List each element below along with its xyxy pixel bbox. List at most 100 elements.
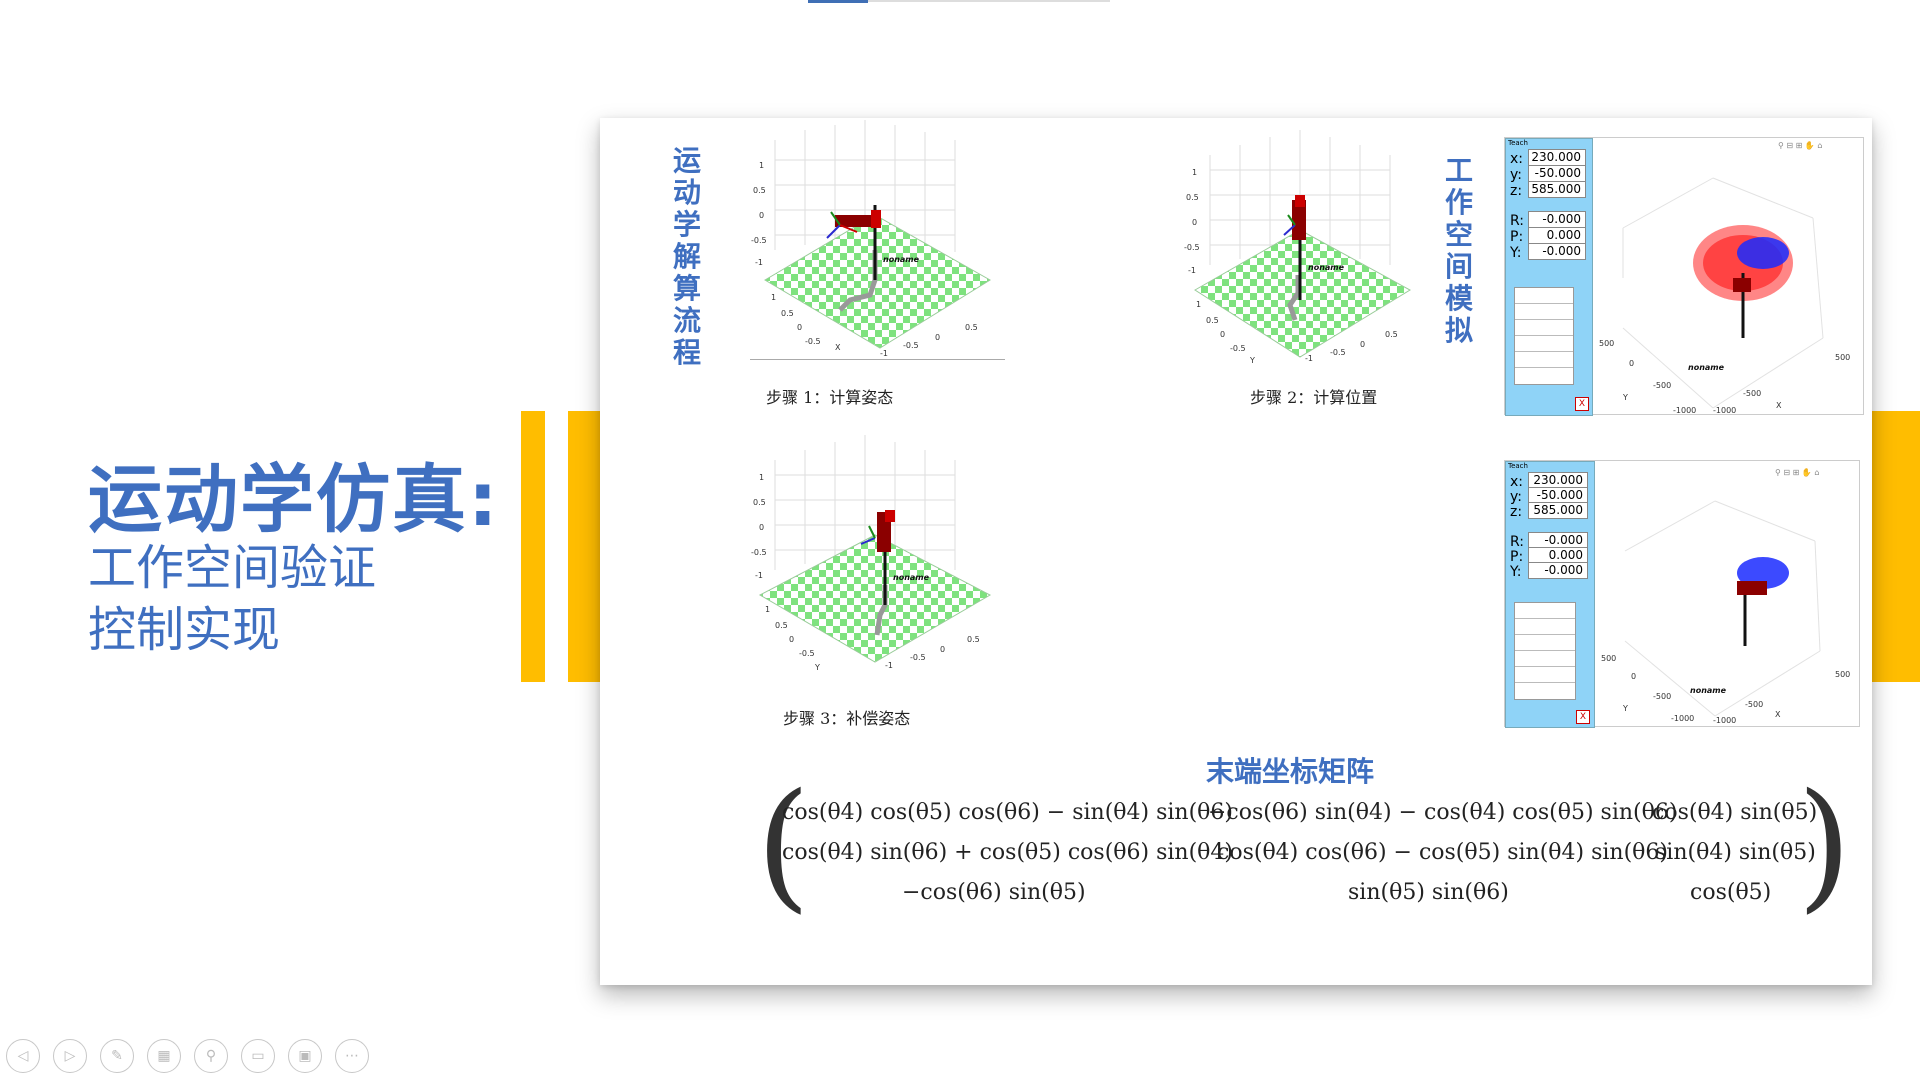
- joint-slider[interactable]: [1515, 352, 1573, 368]
- workspace-window-1: Teach x: 230.000 y: -50.000 z: 585.000 R…: [1504, 137, 1864, 416]
- tick: 0.5: [753, 186, 766, 195]
- joint-sliders[interactable]: [1514, 287, 1574, 385]
- joint-slider[interactable]: [1515, 288, 1573, 304]
- teach-y-label: y:: [1510, 167, 1522, 183]
- toolbar-icons[interactable]: ⚲ ⊟ ⊞ ✋ ⌂: [1778, 140, 1822, 150]
- pen-icon[interactable]: ✎: [100, 1039, 134, 1073]
- joint-slider[interactable]: [1515, 619, 1575, 635]
- teach-p-field[interactable]: 0.000: [1528, 227, 1586, 244]
- tick: 500: [1835, 353, 1850, 362]
- tick: -1: [885, 661, 893, 670]
- tick: 1: [1192, 168, 1197, 177]
- joint-slider[interactable]: [1515, 635, 1575, 651]
- tick: 1: [759, 473, 764, 482]
- tick: 0: [1192, 218, 1197, 227]
- joint-slider[interactable]: [1515, 667, 1575, 683]
- joint-slider[interactable]: [1515, 304, 1573, 320]
- close-button[interactable]: X: [1576, 710, 1590, 724]
- tick: 0: [1220, 330, 1225, 339]
- plot-step3-name: noname: [893, 573, 930, 582]
- tick: -0.5: [1230, 344, 1246, 353]
- accent-bar-left: [521, 411, 545, 682]
- teach-z-label: z:: [1510, 504, 1523, 520]
- teach-x-label: x:: [1510, 474, 1524, 490]
- tick: -1: [755, 258, 763, 267]
- plot-step2: noname 1 0.5 0 -0.5 -1 1 0.5 0 -0.5 Y 0.…: [1184, 130, 1412, 365]
- joint-slider[interactable]: [1515, 683, 1575, 698]
- tick: 0.5: [753, 498, 766, 507]
- tick: -500: [1743, 389, 1761, 398]
- joint-slider[interactable]: [1515, 320, 1573, 336]
- tick: X: [835, 343, 841, 352]
- tick: -1000: [1713, 406, 1736, 414]
- plot-step3: noname 1 0.5 0 -0.5 -1 1 0.5 0 -0.5 Y 0.…: [751, 435, 992, 672]
- tick: -0.5: [1330, 348, 1346, 357]
- matrix-cell: −cos(θ6) sin(θ4) − cos(θ4) cos(θ5) sin(θ…: [1208, 800, 1678, 825]
- workspace-plot-1: ⚲ ⊟ ⊞ ✋ ⌂ noname 500 0 -500 -1000 Y 500 …: [1599, 140, 1850, 414]
- matrix-cell: cos(θ4) cos(θ6) − cos(θ5) sin(θ4) sin(θ6…: [1217, 840, 1668, 865]
- matrix-title: 末端坐标矩阵: [1206, 755, 1375, 788]
- teach-z-field[interactable]: 585.000: [1528, 502, 1588, 519]
- tick: -1000: [1713, 716, 1736, 725]
- camera-off-icon[interactable]: ▣: [288, 1039, 322, 1073]
- teach-y-field[interactable]: -50.000: [1528, 165, 1586, 182]
- tick: 1: [1196, 300, 1201, 309]
- joint-sliders[interactable]: [1514, 602, 1576, 700]
- teach-x-field[interactable]: 230.000: [1528, 149, 1586, 166]
- matrix-cell: sin(θ4) sin(θ5): [1655, 840, 1816, 865]
- joint-slider[interactable]: [1515, 336, 1573, 352]
- matrix-cell: cos(θ5): [1690, 880, 1772, 905]
- slides-icon[interactable]: ▦: [147, 1039, 181, 1073]
- joint-slider[interactable]: [1515, 368, 1573, 383]
- teach-r-label: R:: [1510, 534, 1525, 550]
- slide-subtitle-1: 工作空间验证: [88, 540, 377, 596]
- teach-x-label: x:: [1510, 151, 1524, 167]
- tick: Y: [814, 663, 820, 672]
- joint-slider[interactable]: [1515, 651, 1575, 667]
- matrix-cell: cos(θ4) sin(θ5): [1652, 800, 1818, 825]
- tick: 0: [1360, 340, 1365, 349]
- plot-step1: noname 1 0.5 0 -0.5 -1 1 0.5 0 -0.5 X 0.…: [750, 120, 1005, 360]
- label-kinematics-flow: 运动学解算流程: [672, 144, 701, 369]
- toolbar-icons[interactable]: ⚲ ⊟ ⊞ ✋ ⌂: [1775, 467, 1819, 477]
- teach-panel-2: Teach x: 230.000 y: -50.000 z: 585.000 R…: [1505, 461, 1595, 728]
- joint-slider[interactable]: [1515, 603, 1575, 619]
- matrix-cell: cos(θ4) sin(θ6) + cos(θ5) cos(θ6) sin(θ4…: [782, 840, 1233, 865]
- teach-yaw-label: Y:: [1510, 564, 1522, 580]
- zoom-icon[interactable]: ⚲: [194, 1039, 228, 1073]
- tick: 1: [759, 161, 764, 170]
- tick: 0: [789, 635, 794, 644]
- tick: 0.5: [775, 621, 788, 630]
- teach-z-field[interactable]: 585.000: [1528, 181, 1586, 198]
- subtitle-icon[interactable]: ▭: [241, 1039, 275, 1073]
- tick: 0.5: [1186, 193, 1199, 202]
- tick: -0.5: [751, 548, 767, 557]
- next-icon[interactable]: ▷: [53, 1039, 87, 1073]
- slide-subtitle-2: 控制实现: [88, 602, 281, 658]
- tick: 1: [765, 605, 770, 614]
- accent-bar-right: [568, 411, 600, 682]
- tick: -1: [1188, 266, 1196, 275]
- close-button[interactable]: X: [1575, 397, 1589, 411]
- tick: -0.5: [805, 337, 821, 346]
- tick: -0.5: [799, 649, 815, 658]
- tick: -1: [880, 349, 888, 358]
- tick: 0.5: [1385, 330, 1398, 339]
- tick: -500: [1745, 700, 1763, 709]
- teach-yaw-field[interactable]: -0.000: [1528, 243, 1586, 260]
- more-icon[interactable]: ⋯: [335, 1039, 369, 1073]
- tick: Y: [1622, 704, 1628, 713]
- matrix-cell: cos(θ4) cos(θ5) cos(θ6) − sin(θ4) sin(θ6…: [782, 800, 1233, 825]
- tick: -1000: [1671, 714, 1694, 723]
- teach-header: Teach: [1508, 139, 1528, 147]
- teach-r-field[interactable]: -0.000: [1528, 211, 1586, 228]
- matrix-cell: sin(θ5) sin(θ6): [1348, 880, 1509, 905]
- tick: -1: [755, 571, 763, 580]
- workspace-plot-2: ⚲ ⊟ ⊞ ✋ ⌂ noname 500 0 -500 -1000 Y 500 …: [1601, 467, 1850, 725]
- tick: -0.5: [751, 236, 767, 245]
- prev-icon[interactable]: ◁: [6, 1039, 40, 1073]
- workspace-plot-1-name: noname: [1688, 363, 1725, 372]
- teach-y-label: y:: [1510, 489, 1522, 505]
- tick: 0: [797, 323, 802, 332]
- teach-yaw-field[interactable]: -0.000: [1528, 562, 1588, 579]
